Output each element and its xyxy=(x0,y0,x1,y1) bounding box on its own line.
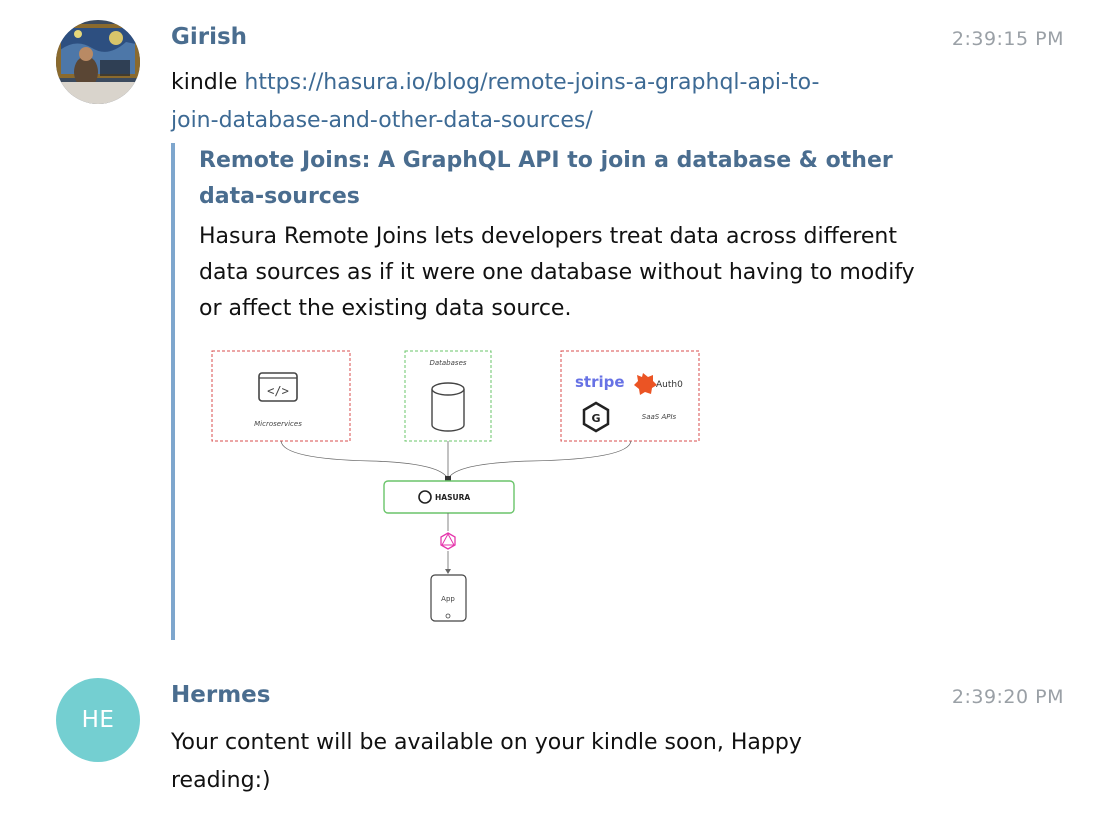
microservices-label: Microservices xyxy=(254,420,302,428)
auth0-label: Auth0 xyxy=(656,380,683,390)
message-link[interactable]: https://hasura.io/blog/remote-joins-a-gr… xyxy=(171,70,819,133)
saas-box xyxy=(560,350,700,442)
timestamp: 2:39:20 PM xyxy=(951,686,1064,708)
preview-description: Hasura Remote Joins lets developers trea… xyxy=(199,224,915,321)
auth0-icon xyxy=(634,373,657,395)
graphql-icon xyxy=(440,532,456,550)
app-label: App xyxy=(441,595,455,603)
sender-name[interactable]: Hermes xyxy=(171,682,270,708)
message-text: Your content will be available on your k… xyxy=(171,730,802,793)
preview-title[interactable]: Remote Joins: A GraphQL API to join a da… xyxy=(199,143,919,215)
connector-microservices xyxy=(280,440,449,480)
avatar[interactable]: HE xyxy=(56,678,140,762)
message-text: kindle https://hasura.io/blog/remote-joi… xyxy=(171,64,951,140)
arrow-head xyxy=(445,569,451,574)
message-prefix: kindle xyxy=(171,70,245,95)
timestamp: 2:39:15 PM xyxy=(951,28,1064,50)
preview-image[interactable]: </> Microservices Databases stripe Auth0… xyxy=(211,349,711,634)
database-icon-top xyxy=(431,382,465,396)
connector-saas xyxy=(447,440,632,480)
link-line-2[interactable]: join-database-and-other-data-sources/ xyxy=(171,108,593,133)
message-girish: Girish 2:39:15 PM kindle https://hasura.… xyxy=(0,0,1120,660)
databases-label: Databases xyxy=(429,359,466,367)
hasura-label: HASURA xyxy=(435,493,470,502)
message-hermes: HE Hermes 2:39:20 PM Your content will b… xyxy=(0,660,1120,828)
stripe-logo: stripe xyxy=(575,373,625,391)
g-icon-letter: G xyxy=(591,412,600,425)
saas-label: SaaS APIs xyxy=(642,413,677,421)
connector-node xyxy=(445,476,451,481)
sender-name[interactable]: Girish xyxy=(171,24,247,50)
code-icon: </> xyxy=(267,384,289,398)
link-line-1[interactable]: https://hasura.io/blog/remote-joins-a-gr… xyxy=(244,70,819,95)
link-preview: Remote Joins: A GraphQL API to join a da… xyxy=(171,143,951,640)
avatar[interactable] xyxy=(56,20,140,104)
avatar-photo xyxy=(56,20,140,104)
